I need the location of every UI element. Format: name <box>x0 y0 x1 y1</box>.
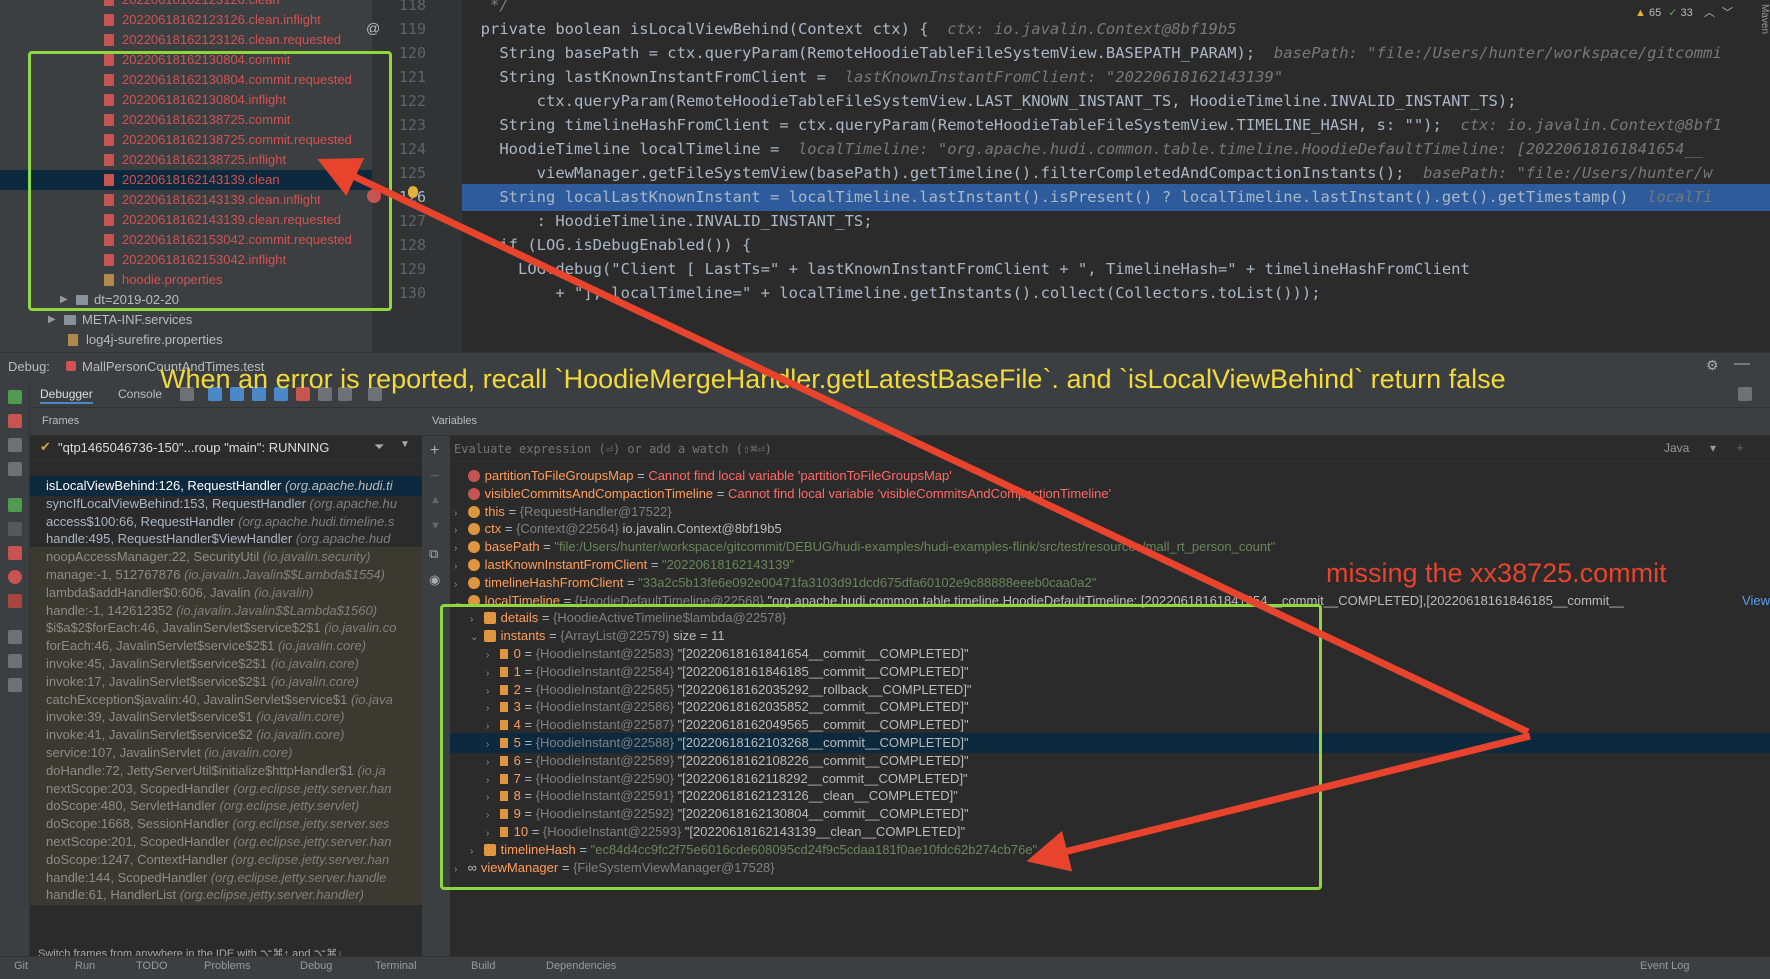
ide-window: 20220618162123126.clean20220618162123126… <box>0 0 1770 979</box>
annotation-arrows <box>317 157 1531 872</box>
arrow-to-instant-9 <box>1026 732 1531 872</box>
arrow-to-inflight <box>317 157 1530 736</box>
